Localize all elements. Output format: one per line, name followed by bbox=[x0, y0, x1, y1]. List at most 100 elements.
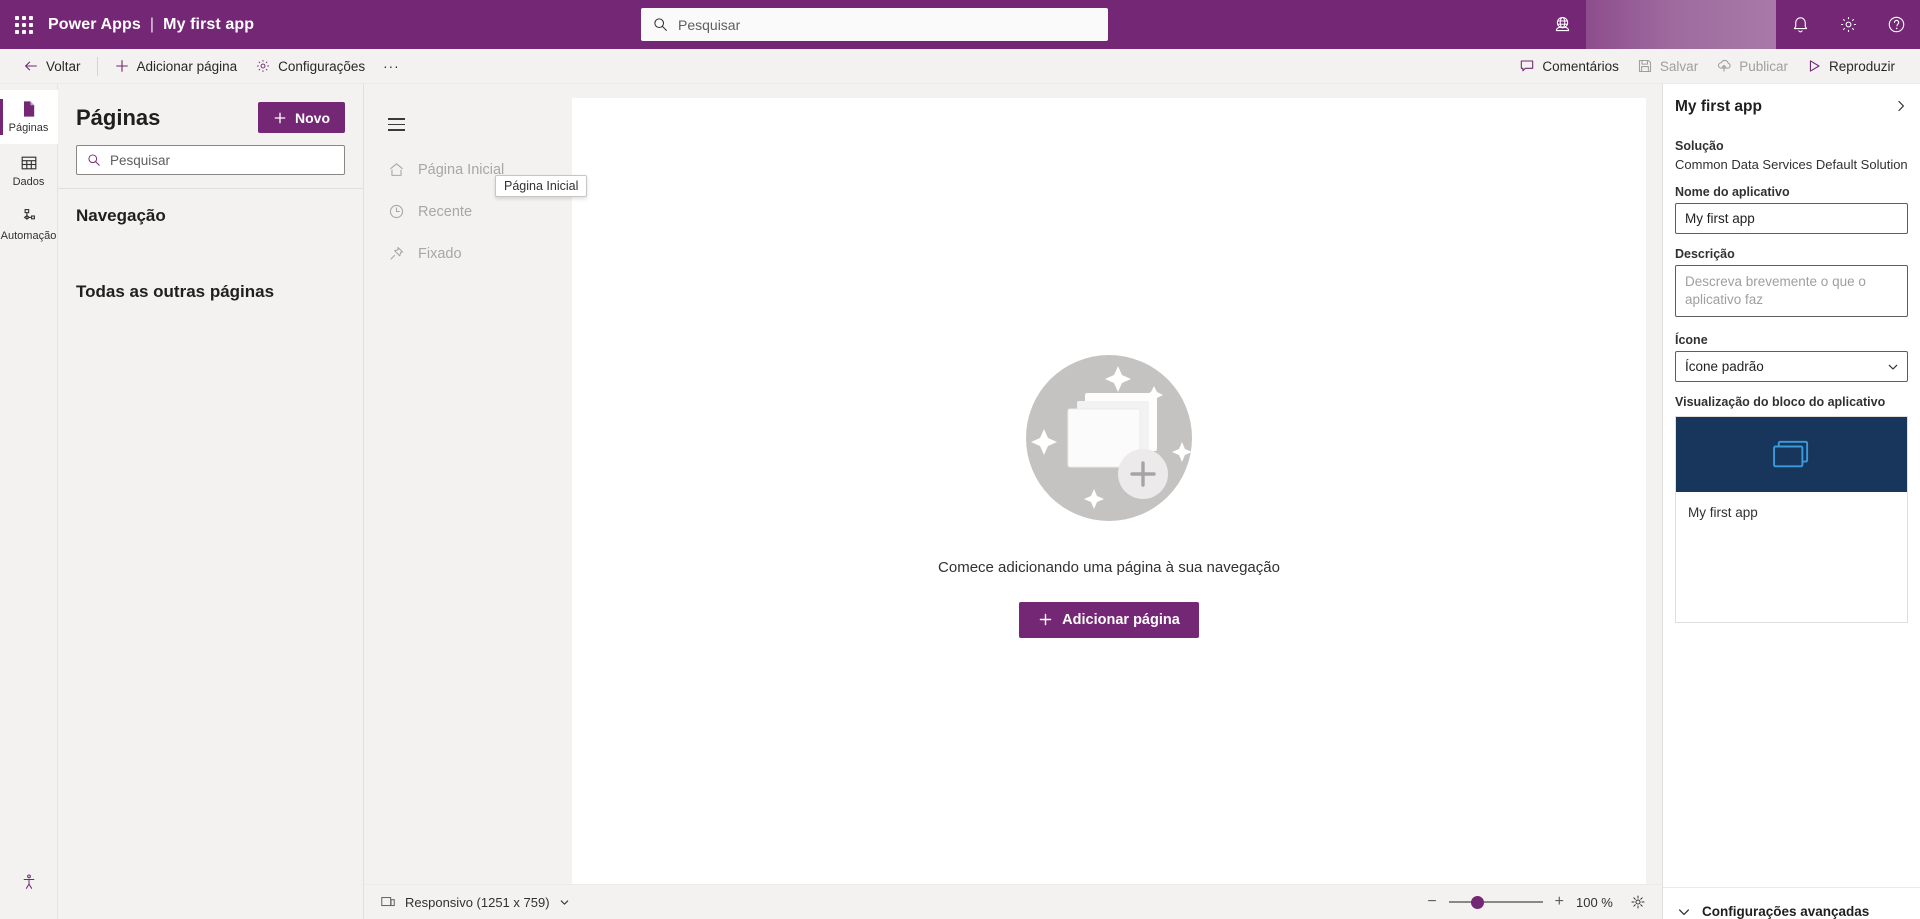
sidebar-item-data[interactable]: Dados bbox=[0, 144, 58, 198]
chevron-right-icon bbox=[1894, 99, 1908, 113]
canvas-scroll: Página Inicial Página Inicial Recente Fi… bbox=[364, 84, 1662, 884]
clock-icon bbox=[388, 203, 405, 220]
play-label: Reproduzir bbox=[1828, 58, 1895, 74]
search-icon bbox=[653, 17, 668, 32]
fit-to-screen-icon[interactable] bbox=[1630, 894, 1646, 910]
help-icon bbox=[1887, 15, 1906, 34]
app-navigation-preview: Página Inicial Página Inicial Recente Fi… bbox=[364, 98, 588, 884]
responsive-label: Responsivo (1251 x 759) bbox=[405, 894, 550, 910]
responsive-selector[interactable]: Responsivo (1251 x 759) bbox=[380, 894, 570, 910]
comments-button[interactable]: Comentários bbox=[1510, 51, 1628, 82]
pages-panel: Páginas Novo Pesquisar Navegação Todas a… bbox=[58, 84, 364, 919]
brand: Power Apps | My first app bbox=[48, 16, 254, 34]
app-name-field[interactable] bbox=[1675, 203, 1908, 234]
sidebar-item-pages[interactable]: Páginas bbox=[0, 90, 58, 144]
publish-label: Publicar bbox=[1739, 58, 1788, 74]
header-app-name: My first app bbox=[163, 15, 255, 33]
new-page-button-label: Novo bbox=[295, 109, 330, 126]
gear-icon bbox=[1839, 15, 1858, 34]
zoom-out-button[interactable]: − bbox=[1427, 894, 1436, 910]
brand-separator: | bbox=[149, 15, 155, 33]
publish-icon bbox=[1716, 58, 1732, 74]
sidebar-item-pages-label: Páginas bbox=[8, 122, 49, 135]
pages-search-wrap: Pesquisar bbox=[58, 145, 363, 188]
empty-add-page-button[interactable]: Adicionar página bbox=[1019, 601, 1199, 638]
environment-globe-icon bbox=[1553, 15, 1572, 34]
command-bar-right: Comentários Salvar Publicar Reproduzir bbox=[1510, 51, 1912, 82]
properties-header: My first app bbox=[1663, 84, 1920, 126]
empty-state-illustration bbox=[1010, 339, 1208, 537]
pages-panel-header: Páginas Novo bbox=[58, 84, 363, 145]
settings-button[interactable] bbox=[1824, 0, 1872, 49]
global-search[interactable]: Pesquisar bbox=[641, 8, 1108, 41]
search-input[interactable]: Pesquisar bbox=[76, 145, 345, 175]
pages-search-placeholder: Pesquisar bbox=[110, 152, 171, 168]
save-label: Salvar bbox=[1659, 58, 1699, 74]
zoom-in-button[interactable]: + bbox=[1555, 894, 1564, 910]
plus-icon bbox=[273, 111, 287, 125]
product-name[interactable]: Power Apps bbox=[48, 16, 141, 34]
add-page-button[interactable]: Adicionar página bbox=[105, 51, 247, 82]
canvas-surface[interactable]: Comece adicionando uma página à sua nave… bbox=[572, 98, 1646, 884]
play-button[interactable]: Reproduzir bbox=[1797, 51, 1904, 82]
collapse-panel-button[interactable] bbox=[1894, 99, 1908, 116]
zoom-slider-thumb[interactable] bbox=[1470, 895, 1484, 909]
accessibility-checker-button[interactable] bbox=[0, 855, 58, 909]
app-preview-shell: Página Inicial Página Inicial Recente Fi… bbox=[364, 98, 1646, 884]
pin-icon bbox=[388, 245, 405, 262]
add-page-label: Adicionar página bbox=[136, 58, 238, 74]
nav-item-pinned-label: Fixado bbox=[418, 245, 462, 262]
status-bar: Responsivo (1251 x 759) − + 100 % bbox=[364, 884, 1662, 919]
properties-body: Solução Common Data Services Default Sol… bbox=[1663, 126, 1920, 873]
settings-command-button[interactable]: Configurações bbox=[246, 51, 374, 82]
back-button[interactable]: Voltar bbox=[14, 51, 90, 82]
zoom-controls: − + 100 % bbox=[1427, 894, 1646, 910]
nav-item-recent[interactable]: Recente bbox=[364, 191, 572, 233]
hamburger-icon bbox=[388, 118, 405, 131]
home-icon bbox=[388, 161, 405, 178]
app-tile-preview: My first app bbox=[1675, 416, 1908, 623]
environment-name-redacted[interactable] bbox=[1586, 0, 1776, 49]
zoom-slider[interactable] bbox=[1448, 895, 1543, 909]
app-name-label: Nome do aplicativo bbox=[1675, 185, 1790, 199]
overflow-menu-button[interactable]: ··· bbox=[374, 51, 409, 82]
plus-icon bbox=[1038, 612, 1053, 627]
bell-icon bbox=[1791, 15, 1810, 34]
flow-icon bbox=[19, 207, 39, 227]
save-button[interactable]: Salvar bbox=[1628, 51, 1707, 82]
command-separator bbox=[96, 56, 98, 76]
comments-label: Comentários bbox=[1542, 58, 1619, 74]
properties-panel: My first app Solução Common Data Service… bbox=[1662, 84, 1920, 919]
advanced-settings-toggle[interactable]: Configurações avançadas bbox=[1663, 888, 1920, 919]
icon-select[interactable] bbox=[1675, 351, 1908, 382]
empty-state: Comece adicionando uma página à sua nave… bbox=[938, 339, 1280, 638]
app-tile-title: My first app bbox=[1676, 492, 1907, 622]
icon-label: Ícone bbox=[1675, 333, 1708, 347]
empty-add-page-label: Adicionar página bbox=[1062, 611, 1180, 628]
publish-button[interactable]: Publicar bbox=[1707, 51, 1797, 82]
sidebar-item-automation[interactable]: Automação bbox=[0, 198, 58, 252]
tile-preview-label: Visualização do bloco do aplicativo bbox=[1675, 395, 1886, 409]
command-bar: Voltar Adicionar página Configurações ··… bbox=[0, 49, 1920, 84]
chevron-down-icon bbox=[559, 897, 570, 908]
empty-state-message: Comece adicionando uma página à sua nave… bbox=[938, 558, 1280, 576]
notifications-button[interactable] bbox=[1776, 0, 1824, 49]
waffle-menu-button[interactable] bbox=[0, 0, 48, 49]
description-field[interactable] bbox=[1675, 265, 1908, 317]
search-icon bbox=[87, 153, 101, 167]
save-icon bbox=[1637, 58, 1653, 74]
help-button[interactable] bbox=[1872, 0, 1920, 49]
new-page-button[interactable]: Novo bbox=[258, 102, 345, 133]
hamburger-button[interactable] bbox=[364, 110, 572, 149]
page-icon bbox=[19, 99, 39, 119]
nav-item-recent-label: Recente bbox=[418, 203, 473, 220]
waffle-icon bbox=[15, 15, 33, 34]
left-rail: Páginas Dados Automação bbox=[0, 84, 58, 919]
nav-item-pinned[interactable]: Fixado bbox=[364, 233, 572, 275]
icon-select-wrap bbox=[1675, 351, 1908, 382]
environment-button[interactable] bbox=[1538, 0, 1586, 49]
sidebar-item-data-label: Dados bbox=[12, 176, 45, 189]
header-actions bbox=[1538, 0, 1920, 49]
nav-item-home[interactable]: Página Inicial Página Inicial bbox=[364, 149, 588, 197]
properties-title: My first app bbox=[1675, 98, 1762, 115]
